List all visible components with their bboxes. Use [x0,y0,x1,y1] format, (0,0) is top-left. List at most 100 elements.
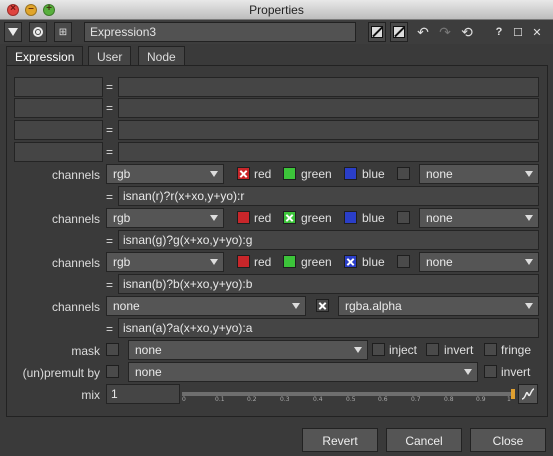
channels-layer-dropdown[interactable]: rgb [106,164,224,184]
red-expression-field[interactable]: isnan(r)?r(x+xo,y+yo):r [118,186,539,206]
equals-sign: = [106,80,114,94]
alpha-channel-dropdown[interactable]: rgba.alpha [338,296,539,316]
green-channel-checkbox[interactable] [283,211,296,224]
undo-button[interactable]: ↶ [414,22,432,42]
redo-button[interactable]: ↷ [436,22,454,42]
undo-icon: ↶ [417,23,429,40]
extra-channel-dropdown[interactable]: none [419,208,539,228]
dropdown-value: rgb [113,211,131,225]
float-button[interactable]: ☐ [509,22,527,42]
mask-invert-checkbox[interactable] [426,343,439,356]
chevron-down-icon [464,369,472,375]
unpremult-invert-checkbox[interactable] [484,365,497,378]
triangle-down-icon [8,28,18,36]
slider-tick-labels: 0 0.1 0.2 0.3 0.4 0.5 0.6 0.7 0.8 0.9 1 [182,396,515,404]
dropdown-value: none [426,167,453,181]
channels-layer-dropdown[interactable]: rgb [106,252,224,272]
mask-channel-dropdown[interactable]: none [128,340,368,360]
mask-enable-checkbox[interactable] [106,343,119,356]
inject-label: inject [389,343,418,357]
equals-sign: = [106,145,114,159]
node-toolbar: ⊞ Expression3 ↶ ↷ ⟲ ? ☐ ✕ [0,20,553,44]
slider-tick-label: 0.8 [444,396,454,403]
temp-name-field-3[interactable] [14,120,103,140]
curve-icon [521,388,535,400]
target-icon [33,27,43,37]
extra-channel-checkbox[interactable] [397,167,410,180]
blue-label: blue [362,167,385,181]
channels-label: channels [51,300,100,314]
extra-channel-checkbox[interactable] [397,211,410,224]
green-channel-checkbox[interactable] [283,255,296,268]
red-label: red [254,167,272,181]
window-title: Properties [249,3,304,17]
chevron-down-icon [354,347,362,353]
red-channel-checkbox[interactable] [237,255,250,268]
no-color-button-2[interactable] [390,22,408,42]
properties-window: × – + Properties ⊞ Expression3 ↶ ↷ ⟲ ? ☐… [0,0,553,456]
redo-icon: ↷ [439,23,451,40]
cancel-button[interactable]: Cancel [386,428,462,452]
collapse-toggle-button[interactable] [4,22,22,42]
alpha-expression-field[interactable]: isnan(a)?a(x+xo,y+yo):a [118,318,539,338]
tab-expression[interactable]: Expression [6,46,84,67]
alpha-layer-dropdown[interactable]: none [106,296,306,316]
equals-sign: = [106,190,114,204]
dropdown-value: rgb [113,255,131,269]
slider-tick-label: 0.5 [346,396,356,403]
blue-channel-checkbox[interactable] [344,167,357,180]
revert-knobs-button[interactable]: ⟲ [458,22,476,42]
equals-sign: = [106,123,114,137]
temp-expr-field-1[interactable] [118,77,539,97]
green-channel-checkbox[interactable] [283,167,296,180]
extra-channel-dropdown[interactable]: none [419,164,539,184]
temp-name-field-4[interactable] [14,142,103,162]
chevron-down-icon [210,259,218,265]
red-channel-checkbox[interactable] [237,211,250,224]
mask-invert-label: invert [444,343,474,357]
close-button[interactable]: Close [470,428,546,452]
node-name-field[interactable]: Expression3 [84,22,356,42]
green-expression-field[interactable]: isnan(g)?g(x+xo,y+yo):g [118,230,539,250]
red-label: red [254,255,272,269]
equals-sign: = [106,278,114,292]
slider-tick-label: 0.7 [411,396,421,403]
green-label: green [301,255,332,269]
blue-channel-checkbox[interactable] [344,255,357,268]
unpremult-channel-dropdown[interactable]: none [128,362,478,382]
title-bar: × – + Properties [0,0,553,20]
revert-button[interactable]: Revert [302,428,378,452]
tab-user[interactable]: User [88,46,132,66]
extra-channel-dropdown[interactable]: none [419,252,539,272]
fringe-checkbox[interactable] [484,343,497,356]
help-button[interactable]: ? [490,22,508,42]
temp-expr-field-3[interactable] [118,120,539,140]
node-graph-icon: ⊞ [58,26,68,38]
input-node-button[interactable]: ⊞ [54,22,72,42]
chevron-down-icon [525,171,533,177]
red-channel-checkbox[interactable] [237,167,250,180]
slider-tick-label: 0.3 [280,396,290,403]
temp-expr-field-4[interactable] [118,142,539,162]
temp-name-field-2[interactable] [14,98,103,118]
mix-slider[interactable]: 0 0.1 0.2 0.3 0.4 0.5 0.6 0.7 0.8 0.9 1 [182,388,515,404]
extra-channel-checkbox[interactable] [397,255,410,268]
mask-label: mask [71,344,100,358]
tab-node[interactable]: Node [138,46,185,66]
mix-value-field[interactable]: 1 [106,384,180,404]
temp-expr-field-2[interactable] [118,98,539,118]
close-panel-button[interactable]: ✕ [528,22,546,42]
channels-layer-dropdown[interactable]: rgb [106,208,224,228]
center-node-button[interactable] [29,22,47,42]
blue-expression-field[interactable]: isnan(b)?b(x+xo,y+yo):b [118,274,539,294]
blue-channel-checkbox[interactable] [344,211,357,224]
fringe-label: fringe [501,343,532,357]
unpremult-invert-label: invert [501,365,531,379]
unpremult-checkbox[interactable] [106,365,119,378]
animation-curve-button[interactable] [518,384,538,404]
alpha-channel-checkbox[interactable] [316,299,329,312]
equals-sign: = [106,322,114,336]
no-color-button[interactable] [368,22,386,42]
inject-checkbox[interactable] [372,343,385,356]
temp-name-field-1[interactable] [14,77,103,97]
